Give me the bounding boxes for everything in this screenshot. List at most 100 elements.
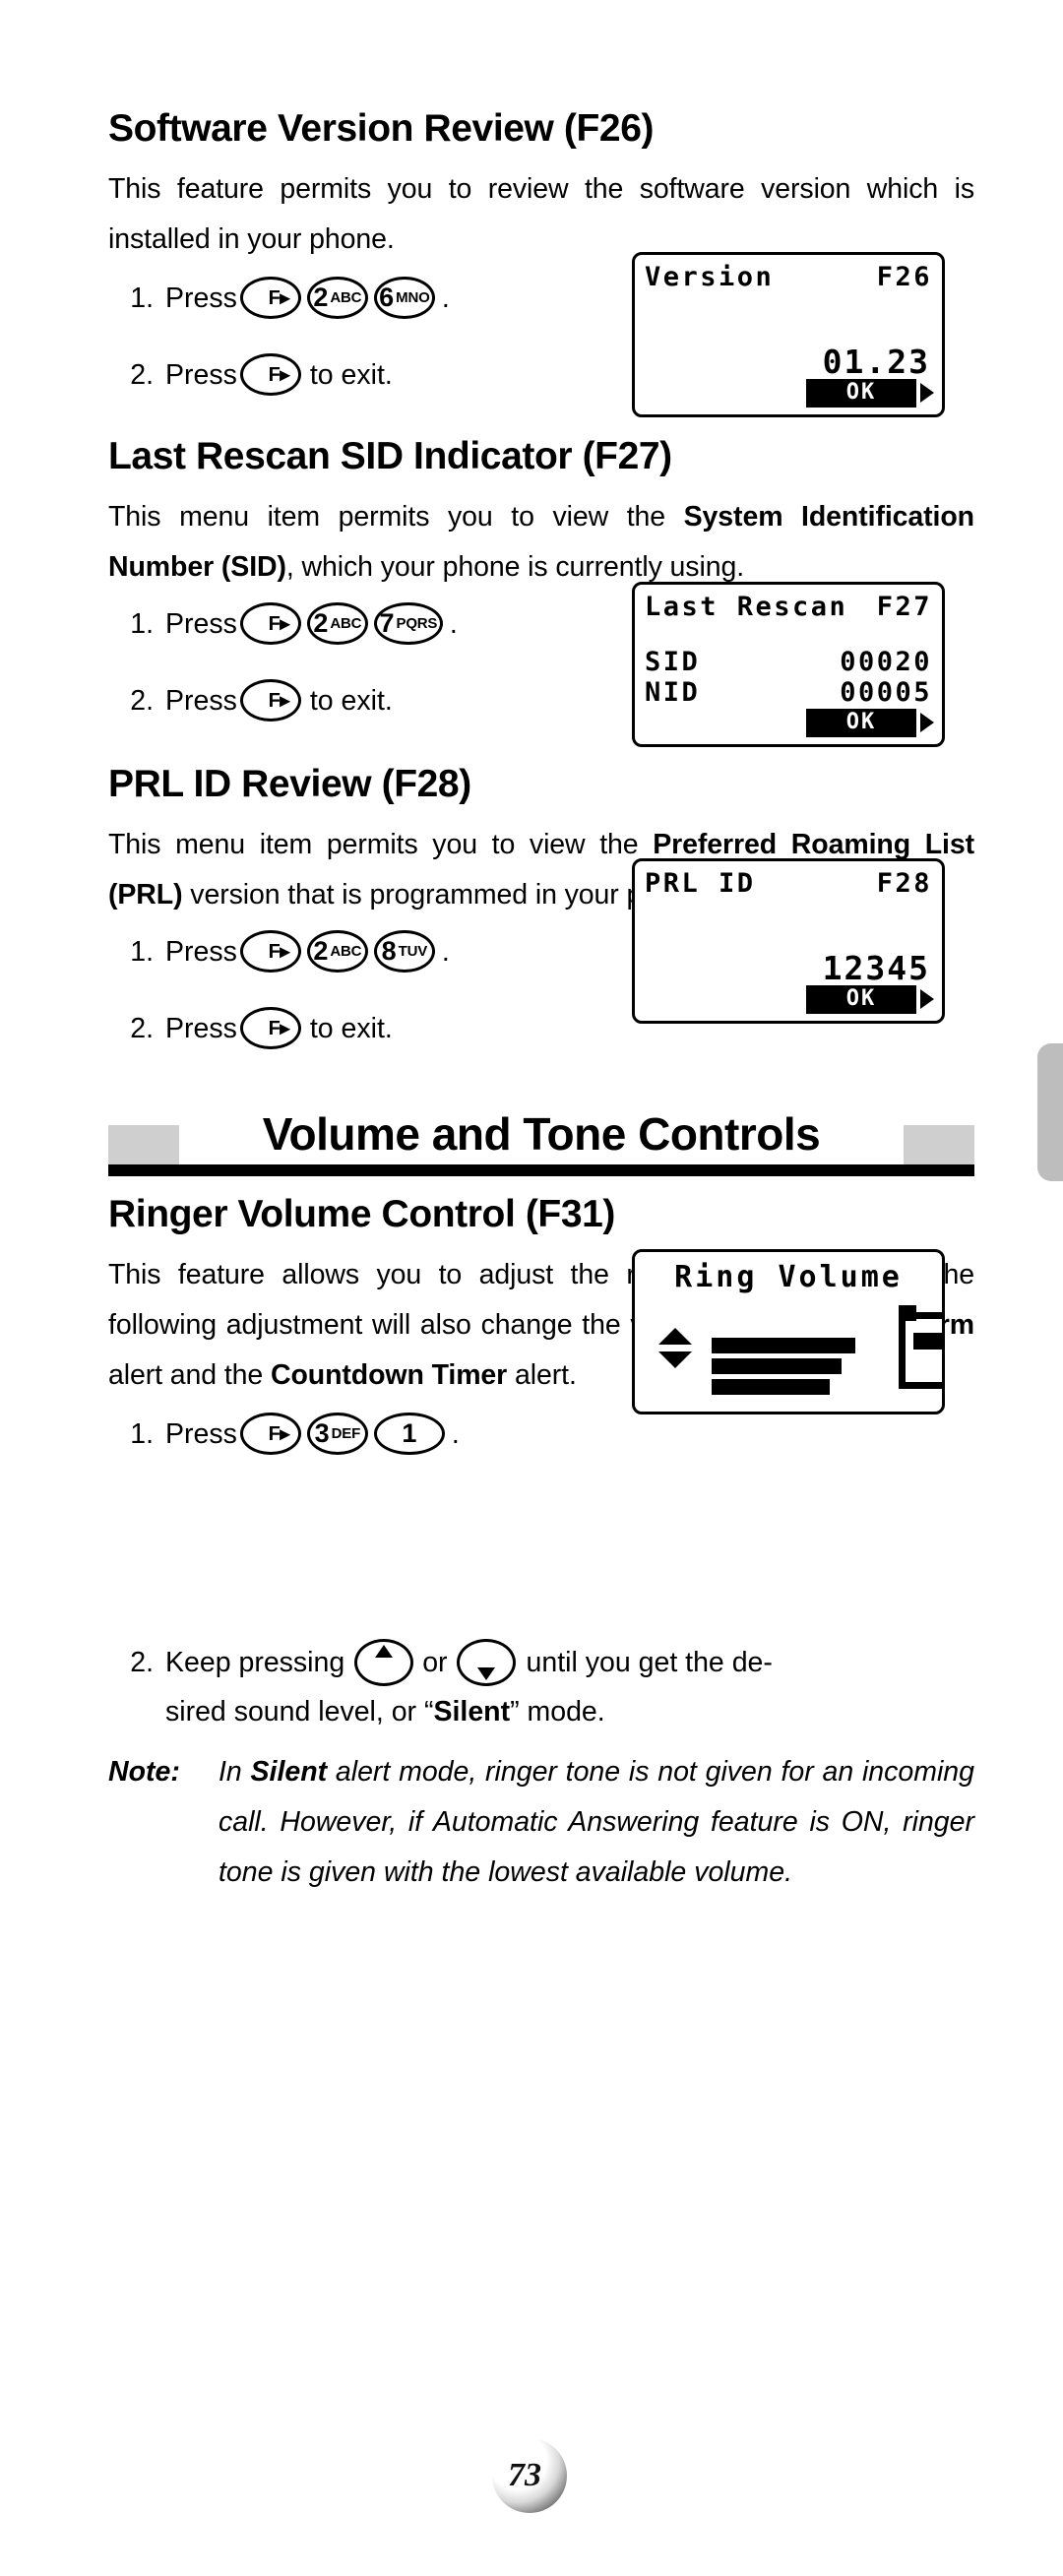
step-tail: to exit. <box>309 358 393 391</box>
step-tail-post: ” mode. <box>510 1695 605 1728</box>
key-2-abc[interactable]: 2 ABC <box>306 277 368 320</box>
page-title: Software Version Review (F26) <box>108 107 655 150</box>
section-paragraph: This menu item permits you to view the S… <box>108 492 974 593</box>
key-function[interactable]: F ▸ <box>239 353 301 397</box>
key-function[interactable]: F ▸ <box>239 1413 301 1456</box>
lcd-screen-last-rescan: Last Rescan F27 SID 00020 NID 00005 OK <box>632 581 945 747</box>
key-function-label: F <box>268 1017 281 1039</box>
page-title: Ringer Volume Control (F31) <box>108 1192 615 1235</box>
key-function-label: F <box>268 1422 281 1445</box>
note-part-bold: Silent <box>250 1755 328 1788</box>
key-2-abc[interactable]: 2 ABC <box>306 930 368 974</box>
lcd-volume-graphic: ♪ ♪ <box>635 1294 942 1401</box>
key-function[interactable]: F ▸ <box>239 679 301 723</box>
arrow-up-icon <box>375 1644 394 1658</box>
step-number: 1. <box>130 1417 154 1450</box>
key-function-label: F <box>268 689 281 712</box>
key-8-tuv[interactable]: 8 TUV <box>373 930 435 974</box>
banner-title: Volume and Tone Controls <box>262 1107 821 1160</box>
key-digit: 3 <box>314 1418 330 1449</box>
lcd-ok-row: OK <box>806 984 934 1014</box>
key-function[interactable]: F ▸ <box>239 602 301 646</box>
key-volume-up[interactable] <box>354 1638 414 1686</box>
step-label: Press <box>165 1012 237 1044</box>
page-edge-tab <box>1037 1043 1063 1181</box>
lcd-title-row: Version F26 <box>635 255 942 291</box>
step-tail: to exit. <box>309 1012 393 1044</box>
caret-right-icon: ▸ <box>280 940 289 963</box>
key-function[interactable]: F ▸ <box>239 1007 301 1050</box>
caret-right-icon: ▸ <box>280 363 289 386</box>
step-label: Press <box>165 282 237 314</box>
lcd-ok-row: OK <box>806 708 934 737</box>
section-last-rescan-sid: Last Rescan SID Indicator (F27) This men… <box>108 434 974 747</box>
volume-bars <box>712 1295 877 1400</box>
paragraph-part: This menu item permits you to view the <box>108 500 684 533</box>
key-digit: 2 <box>313 283 329 313</box>
note-block: Note: In Silent alert mode, ringer tone … <box>108 1747 974 1898</box>
step-number: 1. <box>130 935 154 968</box>
key-letters: ABC <box>330 943 362 961</box>
key-1[interactable]: 1 <box>373 1413 445 1456</box>
section-prl-id-review: PRL ID Review (F28) This menu item permi… <box>108 762 974 1056</box>
lcd-ok-button[interactable]: OK <box>806 708 916 737</box>
arrow-down-icon <box>658 1351 692 1368</box>
phone-icon-screen <box>913 1332 942 1350</box>
step-tail-bold: Silent <box>433 1695 511 1728</box>
caret-right-icon: ▸ <box>280 1422 289 1445</box>
page-number-text: 73 <box>508 2457 541 2493</box>
step-number: 2. <box>130 358 154 391</box>
key-letters: MNO <box>396 289 430 307</box>
note-part: alert mode, ringer tone is not given for… <box>219 1755 974 1888</box>
key-digit: 2 <box>313 608 329 639</box>
lcd-row-label: SID <box>645 647 701 678</box>
paragraph-part: , which your phone is currently using. <box>285 550 745 583</box>
key-volume-down[interactable] <box>456 1638 516 1686</box>
caret-right-icon: ▸ <box>280 286 289 309</box>
volume-bar <box>712 1316 865 1333</box>
step-number: 2. <box>130 1646 154 1678</box>
step-number: 2. <box>130 1012 154 1044</box>
lcd-title-left: Version <box>645 262 775 292</box>
phone-icon <box>899 1304 942 1389</box>
note-body: In Silent alert mode, ringer tone is not… <box>219 1747 974 1898</box>
key-function-label: F <box>268 363 281 386</box>
step-period: . <box>451 1417 460 1450</box>
lcd-ok-button[interactable]: OK <box>806 378 916 408</box>
arrow-down-icon <box>476 1666 495 1680</box>
key-letters: DEF <box>331 1425 361 1443</box>
lcd-screen-prl-id: PRL ID F28 12345 OK <box>632 857 945 1024</box>
step-tail-pre: sired sound level, or “ <box>165 1695 434 1728</box>
page-title: PRL ID Review (F28) <box>108 762 471 805</box>
volume-bar <box>712 1337 855 1353</box>
key-2-abc[interactable]: 2 ABC <box>306 602 368 646</box>
step-label: Press <box>165 684 237 717</box>
page-title: Last Rescan SID Indicator (F27) <box>108 434 672 477</box>
caret-right-icon: ▸ <box>280 689 289 712</box>
step-period: . <box>441 282 450 314</box>
lcd-title-right: F27 <box>876 591 932 622</box>
section-banner: Volume and Tone Controls <box>108 1086 974 1176</box>
lcd-value: 01.23 <box>822 343 930 382</box>
lcd-screen-ring-volume: Ring Volume <box>632 1248 945 1414</box>
step-number: 1. <box>130 607 154 640</box>
arrow-up-icon <box>658 1327 692 1345</box>
step-label: Keep pressing <box>165 1646 345 1678</box>
step-period: . <box>441 935 450 968</box>
key-3-def[interactable]: 3 DEF <box>306 1413 368 1456</box>
section-software-version: Software Version Review (F26) This featu… <box>108 107 974 417</box>
key-function-label: F <box>268 940 281 963</box>
caret-right-icon: ▸ <box>280 1017 289 1039</box>
volume-bar <box>712 1295 877 1312</box>
manual-page: Software Version Review (F26) This featu… <box>0 0 1063 2576</box>
caret-right-icon <box>920 989 934 1010</box>
key-function[interactable]: F ▸ <box>239 930 301 974</box>
key-7-pqrs[interactable]: 7 PQRS <box>373 602 443 646</box>
lcd-row-value: 00020 <box>840 647 932 678</box>
key-function[interactable]: F ▸ <box>239 277 301 320</box>
key-6-mno[interactable]: 6 MNO <box>373 277 435 320</box>
note-label: Note: <box>108 1755 180 1788</box>
lcd-ok-button[interactable]: OK <box>806 984 916 1014</box>
lcd-title-row: PRL ID F28 <box>635 861 942 898</box>
step-conjunction: or <box>422 1646 448 1678</box>
